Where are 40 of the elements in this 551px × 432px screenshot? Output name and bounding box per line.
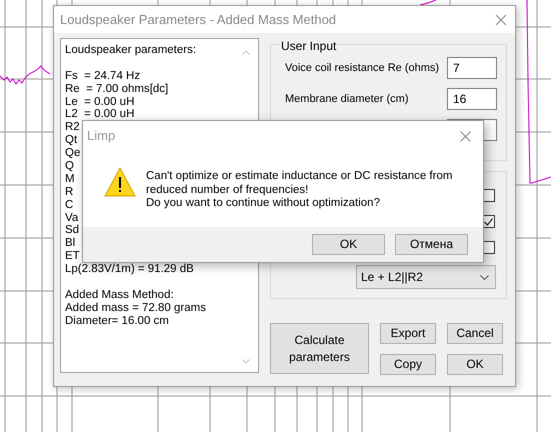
model-dropdown[interactable]: Le + L2||R2	[356, 265, 496, 289]
parameter-line: R	[65, 186, 74, 199]
window-title: Limp	[87, 127, 116, 146]
parameter-line: Qt	[65, 134, 78, 148]
ok-button[interactable]: OK	[312, 234, 385, 255]
parameter-line: Q	[65, 160, 74, 173]
field-label: Membrane diameter (cm)	[285, 92, 408, 107]
parameter-line: Le = 0.00 uH	[65, 96, 134, 108]
cancel-button[interactable]: Cancel	[447, 323, 503, 344]
ok-button[interactable]: OK	[447, 354, 503, 375]
parameter-line: Sd	[65, 224, 80, 238]
close-icon[interactable]	[495, 14, 507, 26]
parameter-line: ET	[65, 250, 80, 264]
parameter-line: Lp(2.83V/1m) = 91.29 dB	[65, 263, 194, 276]
parameter-line: Bl	[65, 237, 76, 250]
parameter-line: Added mass = 72.80 grams	[65, 302, 206, 315]
parameter-line: R2	[65, 121, 80, 134]
parameter-line: M	[65, 172, 75, 186]
close-icon[interactable]	[460, 130, 471, 142]
warning-icon	[104, 167, 136, 197]
cancel-button[interactable]: Отмена	[395, 234, 468, 255]
dropdown-value: Le + L2||R2	[361, 269, 423, 286]
caret-icon	[480, 274, 489, 280]
parameter-line: C	[65, 198, 74, 212]
parameter-line: Fs = 24.74 Hz	[65, 70, 140, 83]
input-field[interactable]: 7	[447, 57, 497, 79]
parameter-line: Va	[65, 212, 78, 224]
parameter-line: Loudspeaker parameters:	[65, 44, 196, 57]
parameter-line: Qe	[65, 147, 80, 160]
parameter-line: Diameter= 16.00 cm	[65, 314, 169, 328]
window-title: Loudspeaker Parameters - Added Mass Method	[60, 10, 336, 29]
copy-button[interactable]: Copy	[380, 354, 436, 375]
parameter-line: Added Mass Method:	[65, 288, 174, 302]
field-label: Voice coil resistance Re (ohms)	[285, 60, 440, 76]
input-field[interactable]: 16	[447, 88, 497, 110]
calculate-button[interactable]: Calculate parameters	[270, 323, 369, 374]
message-text: Can't optimize or estimate inductance or DC resistance from reduced number of frequencies! Do you want to continue without optimization?	[146, 169, 452, 210]
export-button[interactable]: Export	[380, 323, 436, 344]
parameter-line: Re = 7.00 ohms[dc]	[65, 82, 168, 96]
parameter-line: L2 = 0.00 uH	[65, 108, 134, 122]
